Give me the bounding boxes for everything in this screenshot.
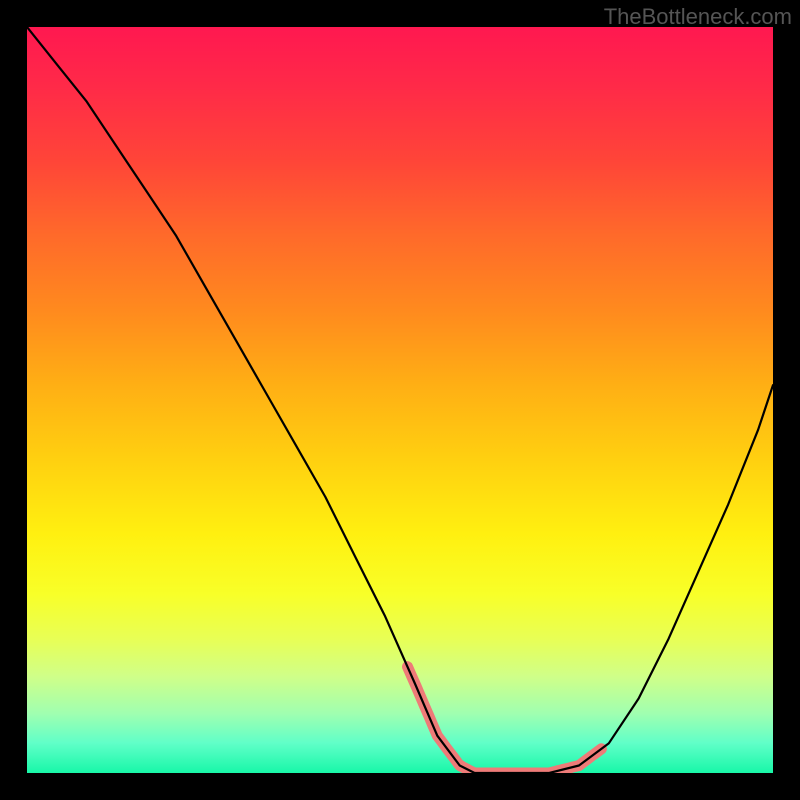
chart-svg bbox=[27, 27, 773, 773]
highlight-segment bbox=[557, 749, 602, 771]
plot-area bbox=[27, 27, 773, 773]
attribution-text: TheBottleneck.com bbox=[604, 4, 792, 30]
highlight-group bbox=[408, 667, 602, 773]
highlight-segment bbox=[460, 766, 564, 774]
highlight-segment bbox=[408, 667, 468, 770]
bottleneck-curve bbox=[27, 27, 773, 773]
